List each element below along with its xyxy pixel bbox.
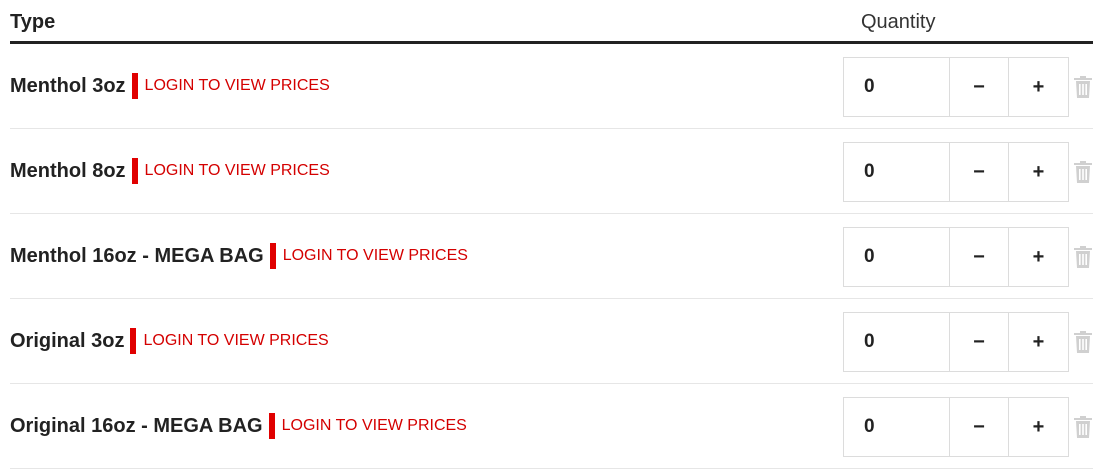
decrement-button[interactable]: − — [950, 398, 1009, 456]
trash-icon[interactable] — [1074, 161, 1092, 183]
product-name: Menthol 8oz — [10, 159, 126, 182]
login-to-view-prices-link[interactable]: LOGIN TO VIEW PRICES — [282, 417, 467, 435]
quantity-stepper: − + — [843, 227, 1069, 287]
quantity-input[interactable] — [844, 228, 950, 286]
increment-button[interactable]: + — [1009, 143, 1068, 201]
product-name: Original 3oz — [10, 329, 125, 352]
trash-icon[interactable] — [1074, 246, 1092, 268]
price-marker-bar — [269, 243, 276, 269]
increment-button[interactable]: + — [1009, 58, 1068, 116]
quantity-input[interactable] — [844, 398, 950, 456]
table-row: Menthol 8oz LOGIN TO VIEW PRICES − + — [10, 129, 1093, 214]
quantity-stepper: − + — [843, 312, 1069, 372]
trash-icon[interactable] — [1074, 331, 1092, 353]
table-row: Original 16oz - MEGA BAG LOGIN TO VIEW P… — [10, 384, 1093, 469]
decrement-button[interactable]: − — [950, 58, 1009, 116]
product-name-cell: Original 16oz - MEGA BAG LOGIN TO VIEW P… — [10, 384, 467, 468]
product-quantity-table: Type Quantity Menthol 3oz LOGIN TO VIEW … — [10, 0, 1093, 469]
price-marker-bar — [131, 73, 138, 99]
decrement-button[interactable]: − — [950, 313, 1009, 371]
price-marker-bar — [131, 158, 138, 184]
price-marker-bar — [268, 413, 275, 439]
quantity-column-header: Quantity — [861, 11, 936, 33]
quantity-stepper: − + — [843, 397, 1069, 457]
product-name: Menthol 3oz — [10, 74, 126, 97]
trash-icon[interactable] — [1074, 76, 1092, 98]
quantity-input[interactable] — [844, 313, 950, 371]
product-name-cell: Menthol 8oz LOGIN TO VIEW PRICES — [10, 129, 330, 213]
table-header: Type Quantity — [10, 0, 1093, 44]
decrement-button[interactable]: − — [950, 228, 1009, 286]
table-row: Menthol 16oz - MEGA BAG LOGIN TO VIEW PR… — [10, 214, 1093, 299]
quantity-stepper: − + — [843, 142, 1069, 202]
quantity-stepper: − + — [843, 57, 1069, 117]
price-marker-bar — [130, 328, 137, 354]
login-to-view-prices-link[interactable]: LOGIN TO VIEW PRICES — [143, 332, 328, 350]
table-row: Original 3oz LOGIN TO VIEW PRICES − + — [10, 299, 1093, 384]
login-to-view-prices-link[interactable]: LOGIN TO VIEW PRICES — [145, 77, 330, 95]
decrement-button[interactable]: − — [950, 143, 1009, 201]
quantity-input[interactable] — [844, 58, 950, 116]
product-name: Original 16oz - MEGA BAG — [10, 414, 263, 437]
login-to-view-prices-link[interactable]: LOGIN TO VIEW PRICES — [145, 162, 330, 180]
product-name-cell: Menthol 16oz - MEGA BAG LOGIN TO VIEW PR… — [10, 214, 468, 298]
increment-button[interactable]: + — [1009, 398, 1068, 456]
increment-button[interactable]: + — [1009, 313, 1068, 371]
increment-button[interactable]: + — [1009, 228, 1068, 286]
product-name: Menthol 16oz - MEGA BAG — [10, 244, 264, 267]
table-row: Menthol 3oz LOGIN TO VIEW PRICES − + — [10, 44, 1093, 129]
type-column-header: Type — [10, 11, 56, 33]
trash-icon[interactable] — [1074, 416, 1092, 438]
quantity-input[interactable] — [844, 143, 950, 201]
product-name-cell: Original 3oz LOGIN TO VIEW PRICES — [10, 299, 329, 383]
product-name-cell: Menthol 3oz LOGIN TO VIEW PRICES — [10, 44, 330, 128]
login-to-view-prices-link[interactable]: LOGIN TO VIEW PRICES — [283, 247, 468, 265]
